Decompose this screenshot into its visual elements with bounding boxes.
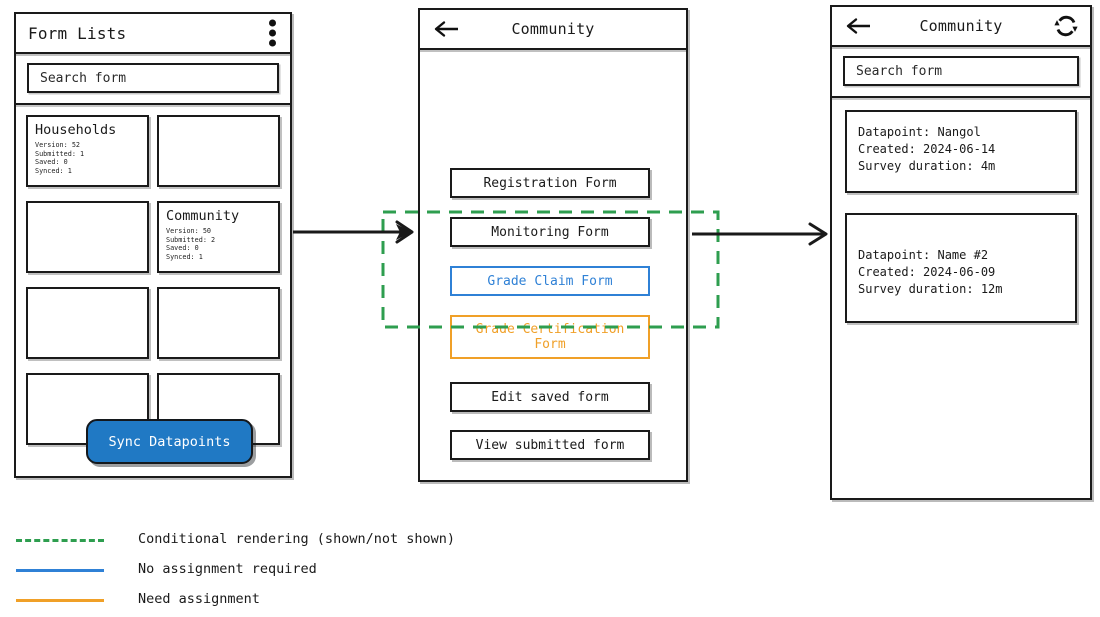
form-card[interactable]: Households Version: 52 Submitted: 1 Save…	[26, 115, 149, 187]
community-forms-body: Registration Form Monitoring Form Grade …	[420, 50, 686, 520]
more-vertical-icon[interactable]	[269, 19, 276, 47]
arrow-left-icon[interactable]	[434, 20, 460, 38]
form-card-submitted: Submitted: 2	[166, 235, 216, 244]
community-forms-header: Community	[420, 10, 686, 50]
edit-saved-form-button[interactable]: Edit saved form	[450, 382, 650, 412]
legend-item-conditional: Conditional rendering (shown/not shown)	[16, 524, 716, 554]
form-card-saved: Saved: 0	[166, 244, 199, 253]
datapoint-card[interactable]: Datapoint: Nangol Created: 2024-06-14 Su…	[845, 110, 1077, 193]
form-card-title: Households	[35, 122, 117, 138]
panel-community-datapoints: Community Search form Datapoint: Nangol …	[830, 5, 1092, 500]
form-card-synced: Synced: 1	[166, 252, 203, 261]
form-card-grid: Households Version: 52 Submitted: 1 Save…	[16, 105, 290, 445]
registration-form-button[interactable]: Registration Form	[450, 168, 650, 198]
form-lists-search-bar: Search form	[16, 54, 290, 105]
grade-certification-form-button[interactable]: Grade Certification Form	[450, 315, 650, 359]
datapoint-card[interactable]: Datapoint: Name #2 Created: 2024-06-09 S…	[845, 213, 1077, 323]
legend-swatch-dashed-green	[16, 532, 104, 546]
form-card-submitted: Submitted: 1	[35, 149, 85, 158]
diagram-canvas: Form Lists Search form Households Versio…	[0, 0, 1100, 617]
datapoint-list: Datapoint: Nangol Created: 2024-06-14 Su…	[832, 98, 1090, 589]
page-title: Community	[511, 20, 595, 38]
grade-claim-form-button[interactable]: Grade Claim Form	[450, 266, 650, 296]
legend-item-need-assignment: Need assignment	[16, 584, 716, 614]
form-card[interactable]	[26, 287, 149, 359]
legend: Conditional rendering (shown/not shown) …	[16, 524, 716, 614]
legend-label: Need assignment	[138, 591, 260, 607]
legend-item-no-assignment: No assignment required	[16, 554, 716, 584]
legend-swatch-solid-orange	[16, 592, 104, 606]
page-title: Community	[919, 17, 1003, 35]
datapoint-duration: Survey duration: 12m	[858, 282, 1003, 296]
refresh-sync-icon[interactable]	[1053, 13, 1079, 39]
view-submitted-form-button[interactable]: View submitted form	[450, 430, 650, 460]
form-card[interactable]	[157, 115, 280, 187]
sync-datapoints-button[interactable]: Sync Datapoints	[86, 419, 253, 464]
form-card-version: Version: 52	[35, 141, 81, 149]
form-card-version: Version: 50	[166, 227, 212, 235]
search-input[interactable]: Search form	[843, 56, 1079, 86]
datapoint-created: Created: 2024-06-09	[858, 265, 996, 279]
datapoint-created: Created: 2024-06-14	[858, 142, 996, 156]
form-card[interactable]	[157, 287, 280, 359]
datapoint-duration: Survey duration: 4m	[858, 159, 996, 173]
monitoring-form-button[interactable]: Monitoring Form	[450, 217, 650, 247]
form-card-synced: Synced: 1	[35, 166, 72, 175]
legend-label: No assignment required	[138, 561, 317, 577]
form-card-title: Community	[166, 208, 240, 224]
form-card-saved: Saved: 0	[35, 158, 68, 167]
form-card[interactable]	[26, 201, 149, 273]
panel-community-forms: Community Registration Form Monitoring F…	[418, 8, 688, 482]
community-datapoints-header: Community	[832, 7, 1090, 47]
datapoint-name: Datapoint: Nangol	[858, 125, 981, 139]
legend-label: Conditional rendering (shown/not shown)	[138, 531, 455, 547]
form-card[interactable]: Community Version: 50 Submitted: 2 Saved…	[157, 201, 280, 273]
datapoints-search-bar: Search form	[832, 47, 1090, 98]
page-title: Form Lists	[28, 23, 127, 43]
legend-swatch-solid-blue	[16, 562, 104, 576]
panel-form-lists: Form Lists Search form Households Versio…	[14, 12, 292, 478]
form-lists-header: Form Lists	[16, 14, 290, 54]
datapoint-name: Datapoint: Name #2	[858, 248, 989, 262]
arrow-left-icon[interactable]	[846, 17, 872, 35]
search-input[interactable]: Search form	[27, 63, 279, 93]
